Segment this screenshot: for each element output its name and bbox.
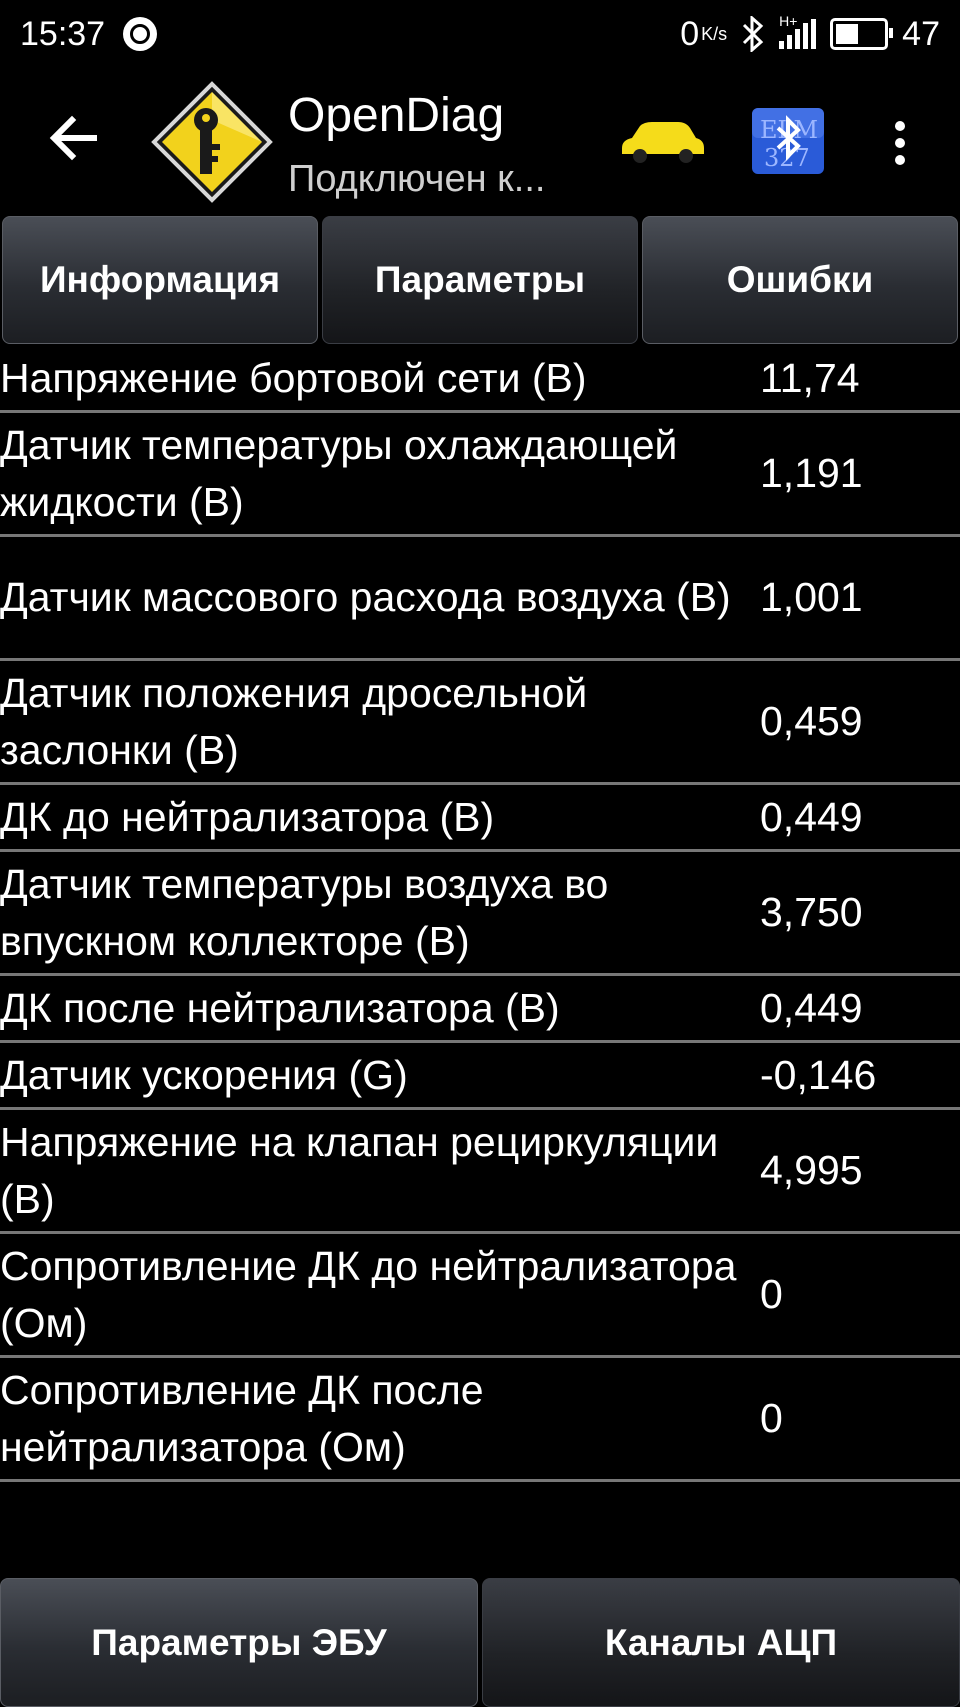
car-icon[interactable] — [618, 118, 706, 164]
parameters-list: Напряжение бортовой сети (В) 11,74 Датчи… — [0, 346, 960, 1482]
adc-channels-button[interactable]: Каналы АЦП — [482, 1578, 960, 1707]
param-name: Датчик ускорения (G) — [0, 1051, 408, 1098]
tab-errors[interactable]: Ошибки — [642, 216, 958, 344]
param-name: ДК после нейтрализатора (В) — [0, 984, 560, 1031]
back-arrow-icon[interactable] — [46, 108, 106, 168]
param-name: Напряжение бортовой сети (В) — [0, 354, 587, 401]
param-name: Датчик положения дросельной заслонки (В) — [0, 669, 588, 773]
battery-icon — [830, 18, 894, 50]
param-row[interactable]: Напряжение на клапан рециркуляции (В) 4,… — [0, 1110, 960, 1234]
elm327-bluetooth-icon[interactable]: ELM 327 — [752, 108, 824, 174]
param-name: Сопротивление ДК после нейтрализатора (О… — [0, 1366, 484, 1470]
param-value: 0,449 — [760, 984, 863, 1031]
ecu-parameters-button[interactable]: Параметры ЭБУ — [0, 1578, 478, 1707]
param-value: 4,995 — [760, 1147, 863, 1193]
status-right: 0 K/s H+ 47 — [680, 13, 960, 54]
tab-info[interactable]: Информация — [2, 216, 318, 344]
param-value: 1,191 — [760, 450, 863, 496]
net-speed-value: 0 — [680, 14, 700, 53]
net-speed: 0 K/s — [680, 15, 727, 54]
param-name: Датчик температуры охлаждающей жидкости … — [0, 421, 678, 525]
param-row[interactable]: ДК после нейтрализатора (В) 0,449 — [0, 976, 960, 1043]
param-name: Датчик температуры воздуха во впускном к… — [0, 860, 609, 964]
param-name: Датчик массового расхода воздуха (В) — [0, 574, 731, 620]
param-value: 0,459 — [760, 698, 863, 744]
param-row[interactable]: Датчик температуры охлаждающей жидкости … — [0, 413, 960, 537]
app-logo-key-icon[interactable] — [150, 80, 274, 204]
param-row[interactable]: Сопротивление ДК до нейтрализатора (Ом) … — [0, 1234, 960, 1358]
param-row[interactable]: Датчик ускорения (G) -0,146 — [0, 1043, 960, 1110]
param-value: 0,449 — [760, 793, 863, 840]
param-value: -0,146 — [760, 1051, 877, 1098]
status-time: 15:37 — [20, 14, 106, 53]
param-value: 1,001 — [760, 574, 863, 620]
status-bar: 15:37 0 K/s H+ 47 — [0, 0, 960, 68]
param-name: Сопротивление ДК до нейтрализатора (Ом) — [0, 1242, 737, 1346]
action-bar: OpenDiag Подключен к... ELM 327 — [0, 68, 960, 216]
app-title: OpenDiag — [288, 89, 505, 142]
battery-level: 47 — [902, 14, 940, 53]
bluetooth-icon — [743, 16, 764, 52]
param-row[interactable]: Сопротивление ДК после нейтрализатора (О… — [0, 1358, 960, 1482]
bottom-button-bar: Параметры ЭБУ Каналы АЦП — [0, 1578, 960, 1707]
param-value: 0 — [760, 1271, 783, 1317]
param-value: 3,750 — [760, 889, 863, 935]
param-row[interactable]: Датчик температуры воздуха во впускном к… — [0, 852, 960, 976]
status-left: 15:37 — [0, 14, 158, 54]
param-row[interactable]: Датчик массового расхода воздуха (В) 1,0… — [0, 537, 960, 661]
param-value: 0 — [760, 1395, 783, 1441]
net-speed-unit: K/s — [701, 24, 728, 44]
connection-status: Подключен к... — [288, 158, 546, 200]
param-row[interactable]: Датчик положения дросельной заслонки (В)… — [0, 661, 960, 785]
overflow-menu-icon[interactable] — [880, 118, 920, 168]
param-name: Напряжение на клапан рециркуляции (В) — [0, 1118, 719, 1222]
viber-icon — [123, 17, 158, 51]
param-row[interactable]: Напряжение бортовой сети (В) 11,74 — [0, 346, 960, 413]
network-type: H+ — [779, 13, 798, 29]
signal-group: H+ — [779, 13, 817, 49]
param-value: 11,74 — [760, 354, 860, 401]
tab-parameters[interactable]: Параметры — [322, 216, 638, 344]
param-row[interactable]: ДК до нейтрализатора (В) 0,449 — [0, 785, 960, 852]
tab-bar: Информация Параметры Ошибки — [0, 216, 960, 344]
param-name: ДК до нейтрализатора (В) — [0, 793, 495, 840]
